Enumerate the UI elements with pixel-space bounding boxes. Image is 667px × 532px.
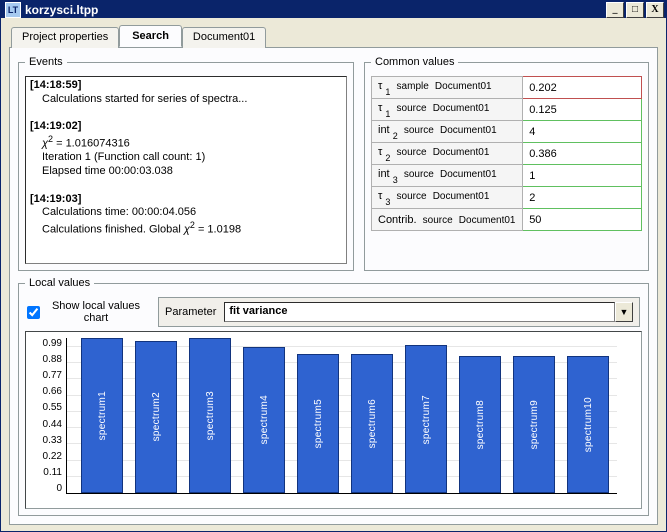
event-timestamp: [14:19:02] [30,120,342,134]
top-row: Events [14:18:59]Calculations started fo… [18,56,649,271]
chart-bar[interactable]: spectrum8 [459,356,501,493]
client-area: Project propertiesSearchDocument01 Event… [1,18,666,531]
events-log[interactable]: [14:18:59]Calculations started for serie… [25,76,347,264]
app-icon: LT [5,2,21,18]
bar-label: spectrum8 [475,400,486,449]
parameter-panel: Parameter fit variance ▼ [158,297,640,327]
y-tick: 0.77 [43,370,62,381]
maximize-button[interactable]: □ [626,2,644,18]
show-chart-checkbox[interactable] [27,306,40,319]
app-window: LT korzysci.ltpp _ □ X Project propertie… [0,0,667,532]
events-group: Events [14:18:59]Calculations started fo… [18,56,354,271]
event-line: Calculations finished. Global χ2 = 1.019… [30,220,342,237]
bar-label: spectrum2 [151,392,162,441]
param-name-cell: int 3 source Document01 [372,165,523,187]
chart-bar[interactable]: spectrum7 [405,345,447,493]
window-controls: _ □ X [606,2,666,18]
common-values-legend: Common values [371,56,458,68]
bar-label: spectrum1 [97,391,108,440]
local-top-row: Show local values chart Parameter fit va… [25,297,642,331]
chart-bar[interactable]: spectrum6 [351,354,393,493]
param-value-cell[interactable]: 1 [523,165,642,187]
event-line: Elapsed time 00:00:03.038 [30,165,342,179]
y-tick: 0.33 [43,435,62,446]
table-row: τ 1 source Document010.125 [372,99,642,121]
tab-page-search: Events [14:18:59]Calculations started fo… [9,47,658,525]
param-name-cell: τ 1 source Document01 [372,99,523,121]
param-value-cell[interactable]: 2 [523,187,642,209]
y-tick: 0.22 [43,451,62,462]
parameter-value[interactable]: fit variance [224,302,615,322]
show-chart-checkbox-wrap[interactable]: Show local values chart [27,300,146,324]
window-title: korzysci.ltpp [25,3,606,17]
tab-project[interactable]: Project properties [11,27,119,48]
titlebar[interactable]: LT korzysci.ltpp _ □ X [1,1,666,18]
event-line: Calculations time: 00:00:04.056 [30,206,342,220]
parameter-combo[interactable]: fit variance ▼ [224,302,633,322]
chart-bar[interactable]: spectrum10 [567,356,609,493]
param-name-cell: τ 2 source Document01 [372,143,523,165]
table-row: τ 2 source Document010.386 [372,143,642,165]
chevron-down-icon[interactable]: ▼ [615,302,633,322]
event-line: Calculations started for series of spect… [30,93,342,107]
param-name-cell: τ 1 sample Document01 [372,77,523,99]
bar-label: spectrum9 [529,400,540,449]
bar-label: spectrum10 [583,397,594,452]
local-values-legend: Local values [25,277,94,289]
param-value-cell[interactable]: 0.386 [523,143,642,165]
param-name-cell: Contrib. source Document01 [372,209,523,231]
param-name-cell: int 2 source Document01 [372,121,523,143]
tab-search[interactable]: Search [119,25,182,47]
table-row: Contrib. source Document0150 [372,209,642,231]
param-value-cell[interactable]: 4 [523,121,642,143]
minimize-button[interactable]: _ [606,2,624,18]
param-value-cell[interactable]: 0.125 [523,99,642,121]
event-line: χ2 = 1.016074316 [30,134,342,151]
common-values-group: Common values τ 1 sample Document010.202… [364,56,649,271]
bar-label: spectrum7 [421,395,432,444]
chart-bar[interactable]: spectrum5 [297,354,339,493]
events-legend: Events [25,56,67,68]
bar-label: spectrum6 [367,399,378,448]
show-chart-label: Show local values chart [46,300,146,324]
tab-doc01[interactable]: Document01 [182,27,266,48]
close-button[interactable]: X [646,2,664,18]
y-tick: 0.55 [43,402,62,413]
y-tick: 0.66 [43,386,62,397]
chart-plot: spectrum1 spectrum2 spectrum3 spectrum4 spec… [66,338,617,494]
parameter-label: Parameter [165,306,216,318]
local-values-group: Local values Show local values chart Par… [18,277,649,516]
table-row: int 3 source Document011 [372,165,642,187]
chart-bar[interactable]: spectrum4 [243,347,285,493]
chart-bar[interactable]: spectrum9 [513,356,555,493]
common-values-table: τ 1 sample Document010.202τ 1 source Doc… [371,76,642,231]
chart-bars: spectrum1 spectrum2 spectrum3 spectrum4 spec… [67,338,617,493]
chart-frame: 0.99 0.88 0.77 0.66 0.55 0.44 0.33 0.22 0.11 0 sp… [25,331,642,509]
y-tick: 0.11 [43,467,62,478]
tab-bar: Project propertiesSearchDocument01 [11,27,658,48]
event-timestamp: [14:19:03] [30,193,342,207]
y-tick: 0 [56,483,62,494]
event-timestamp: [14:18:59] [30,79,342,93]
param-name-cell: τ 3 source Document01 [372,187,523,209]
bar-label: spectrum5 [313,399,324,448]
chart-bar[interactable]: spectrum3 [189,338,231,493]
table-row: τ 1 sample Document010.202 [372,77,642,99]
y-tick: 0.88 [43,354,62,365]
event-line: Iteration 1 (Function call count: 1) [30,151,342,165]
bar-label: spectrum4 [259,395,270,444]
table-row: τ 3 source Document012 [372,187,642,209]
chart-y-axis: 0.99 0.88 0.77 0.66 0.55 0.44 0.33 0.22 0.11 0 [32,338,66,494]
param-value-cell[interactable]: 50 [523,209,642,231]
y-tick: 0.99 [43,338,62,349]
param-value-cell[interactable]: 0.202 [523,77,642,99]
table-row: int 2 source Document014 [372,121,642,143]
chart-bar[interactable]: spectrum2 [135,341,177,493]
y-tick: 0.44 [43,419,62,430]
bar-label: spectrum3 [205,391,216,440]
chart-bar[interactable]: spectrum1 [81,338,123,493]
